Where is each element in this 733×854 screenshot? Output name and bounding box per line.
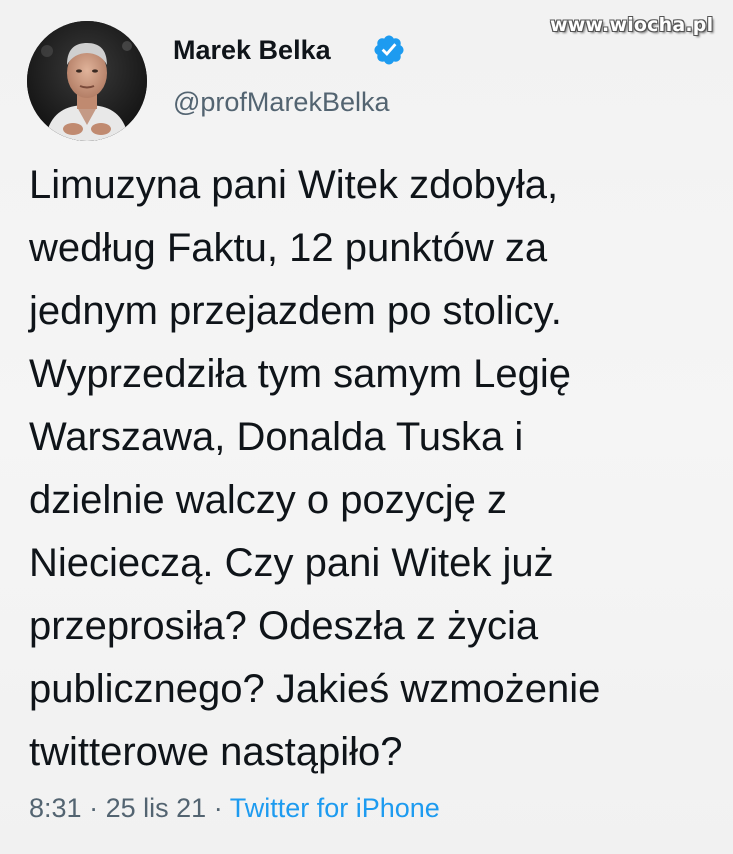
tweet-text-line: publicznego? Jakieś wzmożenie	[29, 667, 601, 711]
tweet-card: www.wiocha.pl Marek Belka @profMarekBelk…	[0, 0, 733, 854]
profile-photo-icon	[27, 21, 147, 141]
tweet-date[interactable]: 25 lis 21	[106, 793, 207, 823]
meta-separator: ·	[213, 793, 223, 823]
tweet-text-line: Niecieczą. Czy pani Witek już	[29, 541, 554, 585]
tweet-text-line: jednym przejazdem po stolicy.	[29, 289, 562, 333]
tweet-text-line: przeprosiła? Odeszła z życia	[29, 604, 539, 648]
tweet-text-line: Warszawa, Donalda Tuska i	[29, 415, 524, 459]
meta-separator: ·	[89, 793, 99, 823]
watermark: www.wiocha.pl	[550, 14, 714, 36]
author-name[interactable]: Marek Belka	[173, 34, 331, 66]
tweet-text-line: Limuzyna pani Witek zdobyła,	[29, 163, 559, 207]
verified-badge-icon	[374, 35, 404, 65]
tweet-text-line: Wyprzedziła tym samym Legię	[29, 352, 572, 396]
tweet-time[interactable]: 8:31	[29, 793, 82, 823]
author-handle[interactable]: @profMarekBelka	[173, 86, 390, 118]
tweet-text: Limuzyna pani Witek zdobyła, według Fakt…	[29, 154, 719, 784]
avatar[interactable]	[27, 21, 147, 141]
tweet-source-link[interactable]: Twitter for iPhone	[230, 793, 440, 823]
tweet-text-line: dzielnie walczy o pozycję z	[29, 478, 507, 522]
tweet-text-line: według Faktu, 12 punktów za	[29, 226, 548, 270]
tweet-meta: 8:31 · 25 lis 21 · Twitter for iPhone	[29, 790, 440, 826]
tweet-text-line: twitterowe nastąpiło?	[29, 730, 403, 774]
